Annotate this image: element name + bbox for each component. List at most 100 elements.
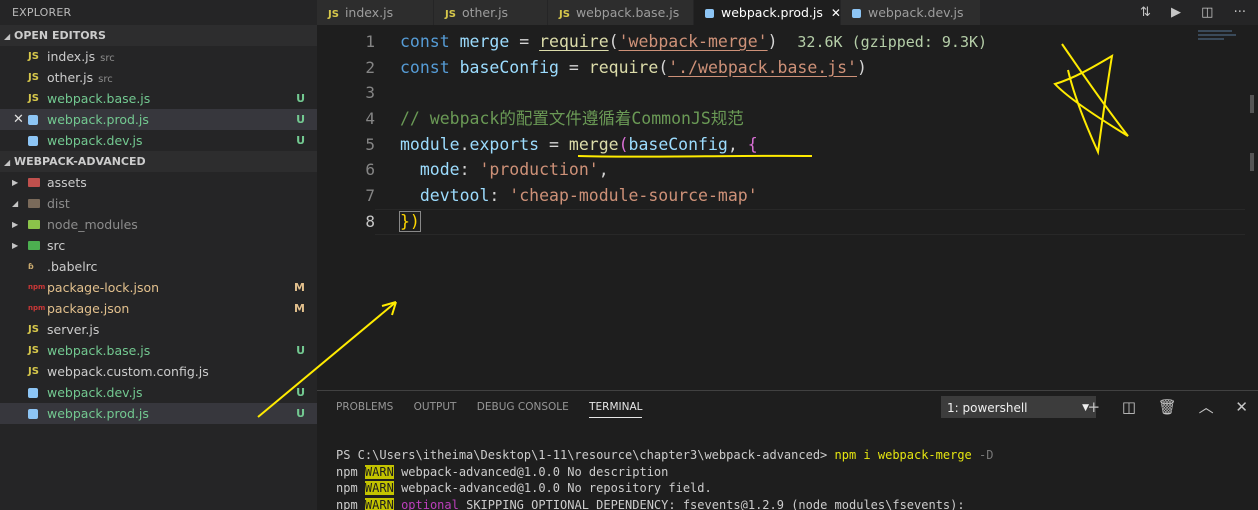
tab-debug-console[interactable]: DEBUG CONSOLE xyxy=(477,401,569,413)
tree-folder-name: node_modules xyxy=(47,217,138,232)
scrollbar[interactable] xyxy=(1250,95,1254,171)
code-line: module.exports = merge(baseConfig, { xyxy=(400,134,758,154)
open-changes-icon[interactable]: ⇅ xyxy=(1140,5,1151,20)
npm-file-icon: npm xyxy=(28,283,46,291)
open-editor-item[interactable]: JS other.js src xyxy=(0,67,317,88)
tab-terminal[interactable]: TERMINAL xyxy=(589,401,643,418)
split-editor-icon[interactable]: ◫ xyxy=(1201,5,1213,20)
tree-folder[interactable]: ◢ dist xyxy=(0,193,317,214)
open-editor-item[interactable]: webpack.dev.js U xyxy=(0,130,317,151)
bottom-panel: PROBLEMS OUTPUT DEBUG CONSOLE TERMINAL 1… xyxy=(317,390,1258,510)
folder-icon xyxy=(28,172,40,195)
terminal-line: npm WARN webpack-advanced@1.0.0 No repos… xyxy=(336,481,712,495)
terminal-output[interactable]: PS C:\Users\itheima\Desktop\1-11\resourc… xyxy=(336,447,1246,510)
tab-other-js[interactable]: JS other.js xyxy=(434,0,548,25)
project-header[interactable]: ◢ WEBPACK-ADVANCED xyxy=(0,151,317,172)
tab-index-js[interactable]: JS index.js xyxy=(317,0,434,25)
git-status-badge: U xyxy=(296,134,305,147)
code-line: const baseConfig = require('./webpack.ba… xyxy=(400,57,867,77)
tab-webpack-prod-js[interactable]: webpack.prod.js ✕ xyxy=(694,0,841,25)
tree-file[interactable]: npm package-lock.json M xyxy=(0,277,317,298)
tab-problems[interactable]: PROBLEMS xyxy=(336,401,393,413)
chevron-right-icon: ▶ xyxy=(12,220,19,229)
tree-file[interactable]: JS webpack.custom.config.js xyxy=(0,361,317,382)
tab-label: webpack.base.js xyxy=(575,5,680,20)
close-icon[interactable]: ✕ xyxy=(1235,398,1248,416)
project-label: WEBPACK-ADVANCED xyxy=(14,155,146,168)
js-file-icon: JS xyxy=(445,9,456,20)
import-cost-hint: 32.6K (gzipped: 9.3K) xyxy=(797,33,988,51)
git-status-badge: U xyxy=(296,407,305,420)
line-number: 8 xyxy=(365,211,375,231)
js-file-icon: JS xyxy=(28,93,39,104)
tree-folder-name: assets xyxy=(47,175,87,190)
webpack-file-icon xyxy=(28,130,38,154)
webpack-file-icon xyxy=(705,9,714,18)
code-line: devtool: 'cheap-module-source-map' xyxy=(419,186,758,206)
tab-label: webpack.dev.js xyxy=(868,5,964,20)
git-status-badge: U xyxy=(296,92,305,105)
open-editors-header[interactable]: ◢ OPEN EDITORS xyxy=(0,25,317,46)
js-file-icon: JS xyxy=(28,324,39,335)
code-line: }) xyxy=(399,210,421,232)
line-number: 5 xyxy=(365,134,375,154)
tree-file-name: webpack.dev.js xyxy=(47,385,143,400)
trash-icon[interactable]: 🗑 xyxy=(1158,398,1177,416)
tree-file-name: package.json xyxy=(47,301,130,316)
js-file-icon: JS xyxy=(559,9,570,20)
js-file-icon: JS xyxy=(28,72,39,83)
open-editor-filename: webpack.prod.js xyxy=(47,112,149,127)
git-status-badge: U xyxy=(296,113,305,126)
tree-file-name: package-lock.json xyxy=(47,280,160,295)
js-file-icon: JS xyxy=(328,9,339,20)
terminal-select-value: 1: powershell xyxy=(947,401,1028,415)
git-status-badge: U xyxy=(296,386,305,399)
tree-file-selected[interactable]: webpack.prod.js U xyxy=(0,403,317,424)
tree-folder[interactable]: ▶ assets xyxy=(0,172,317,193)
run-icon[interactable]: ▶ xyxy=(1171,5,1181,20)
panel-tabs: PROBLEMS OUTPUT DEBUG CONSOLE TERMINAL xyxy=(336,391,659,424)
terminal-line: PS C:\Users\itheima\Desktop\1-11\resourc… xyxy=(336,448,994,462)
open-editor-item[interactable]: JS webpack.base.js U xyxy=(0,88,317,109)
minimap[interactable] xyxy=(1198,30,1238,50)
split-terminal-icon[interactable]: ◫ xyxy=(1122,398,1136,416)
tree-folder[interactable]: ▶ src xyxy=(0,235,317,256)
tree-file-name: webpack.base.js xyxy=(47,343,151,358)
js-file-icon: JS xyxy=(28,51,39,62)
tree-folder-name: dist xyxy=(47,196,70,211)
js-file-icon: JS xyxy=(28,366,39,377)
chevron-right-icon: ▶ xyxy=(12,178,19,187)
line-number: 3 xyxy=(365,83,375,103)
tree-folder[interactable]: ▶ node_modules xyxy=(0,214,317,235)
tab-webpack-dev-js[interactable]: webpack.dev.js xyxy=(841,0,981,25)
tree-file-name: .babelrc xyxy=(47,259,98,274)
babel-file-icon: ɓ xyxy=(28,262,34,271)
editor-tabs: JS index.js JS other.js JS webpack.base.js … xyxy=(317,0,1258,25)
tab-output[interactable]: OUTPUT xyxy=(414,401,457,413)
open-editor-item-active[interactable]: ✕ webpack.prod.js U xyxy=(0,109,317,130)
tree-file[interactable]: JS server.js xyxy=(0,319,317,340)
code-editor[interactable]: 1 2 3 4 5 6 7 8 const merge = require('w… xyxy=(317,25,1258,390)
plus-icon[interactable]: + xyxy=(1087,398,1100,416)
more-actions-icon[interactable]: ··· xyxy=(1234,5,1246,20)
tree-file[interactable]: JS webpack.base.js U xyxy=(0,340,317,361)
tree-file[interactable]: npm package.json M xyxy=(0,298,317,319)
tree-file-name: webpack.prod.js xyxy=(47,406,149,421)
code-line: // webpack的配置文件遵循着CommonJS规范 xyxy=(400,109,744,129)
tree-file-name: server.js xyxy=(47,322,100,337)
explorer-sidebar: EXPLORER ◢ OPEN EDITORS JS index.js src JS… xyxy=(0,0,317,510)
chevron-up-icon[interactable]: ︿ xyxy=(1199,398,1214,416)
close-icon[interactable]: ✕ xyxy=(13,109,24,130)
editor-actions: ⇅ ▶ ◫ ··· xyxy=(1124,0,1246,25)
git-status-badge: M xyxy=(294,281,305,294)
tree-file[interactable]: ɓ .babelrc xyxy=(0,256,317,277)
line-number-gutter: 1 2 3 4 5 6 7 8 xyxy=(317,29,375,235)
tab-label: index.js xyxy=(344,5,394,20)
open-editor-item[interactable]: JS index.js src xyxy=(0,46,317,67)
folder-icon xyxy=(28,193,40,216)
close-icon[interactable]: ✕ xyxy=(831,6,841,20)
tree-file[interactable]: webpack.dev.js U xyxy=(0,382,317,403)
tab-webpack-base-js[interactable]: JS webpack.base.js xyxy=(548,0,694,25)
chevron-down-icon: ◢ xyxy=(4,32,11,41)
panel-actions: + ◫ 🗑 ︿ ✕ xyxy=(1070,391,1248,424)
